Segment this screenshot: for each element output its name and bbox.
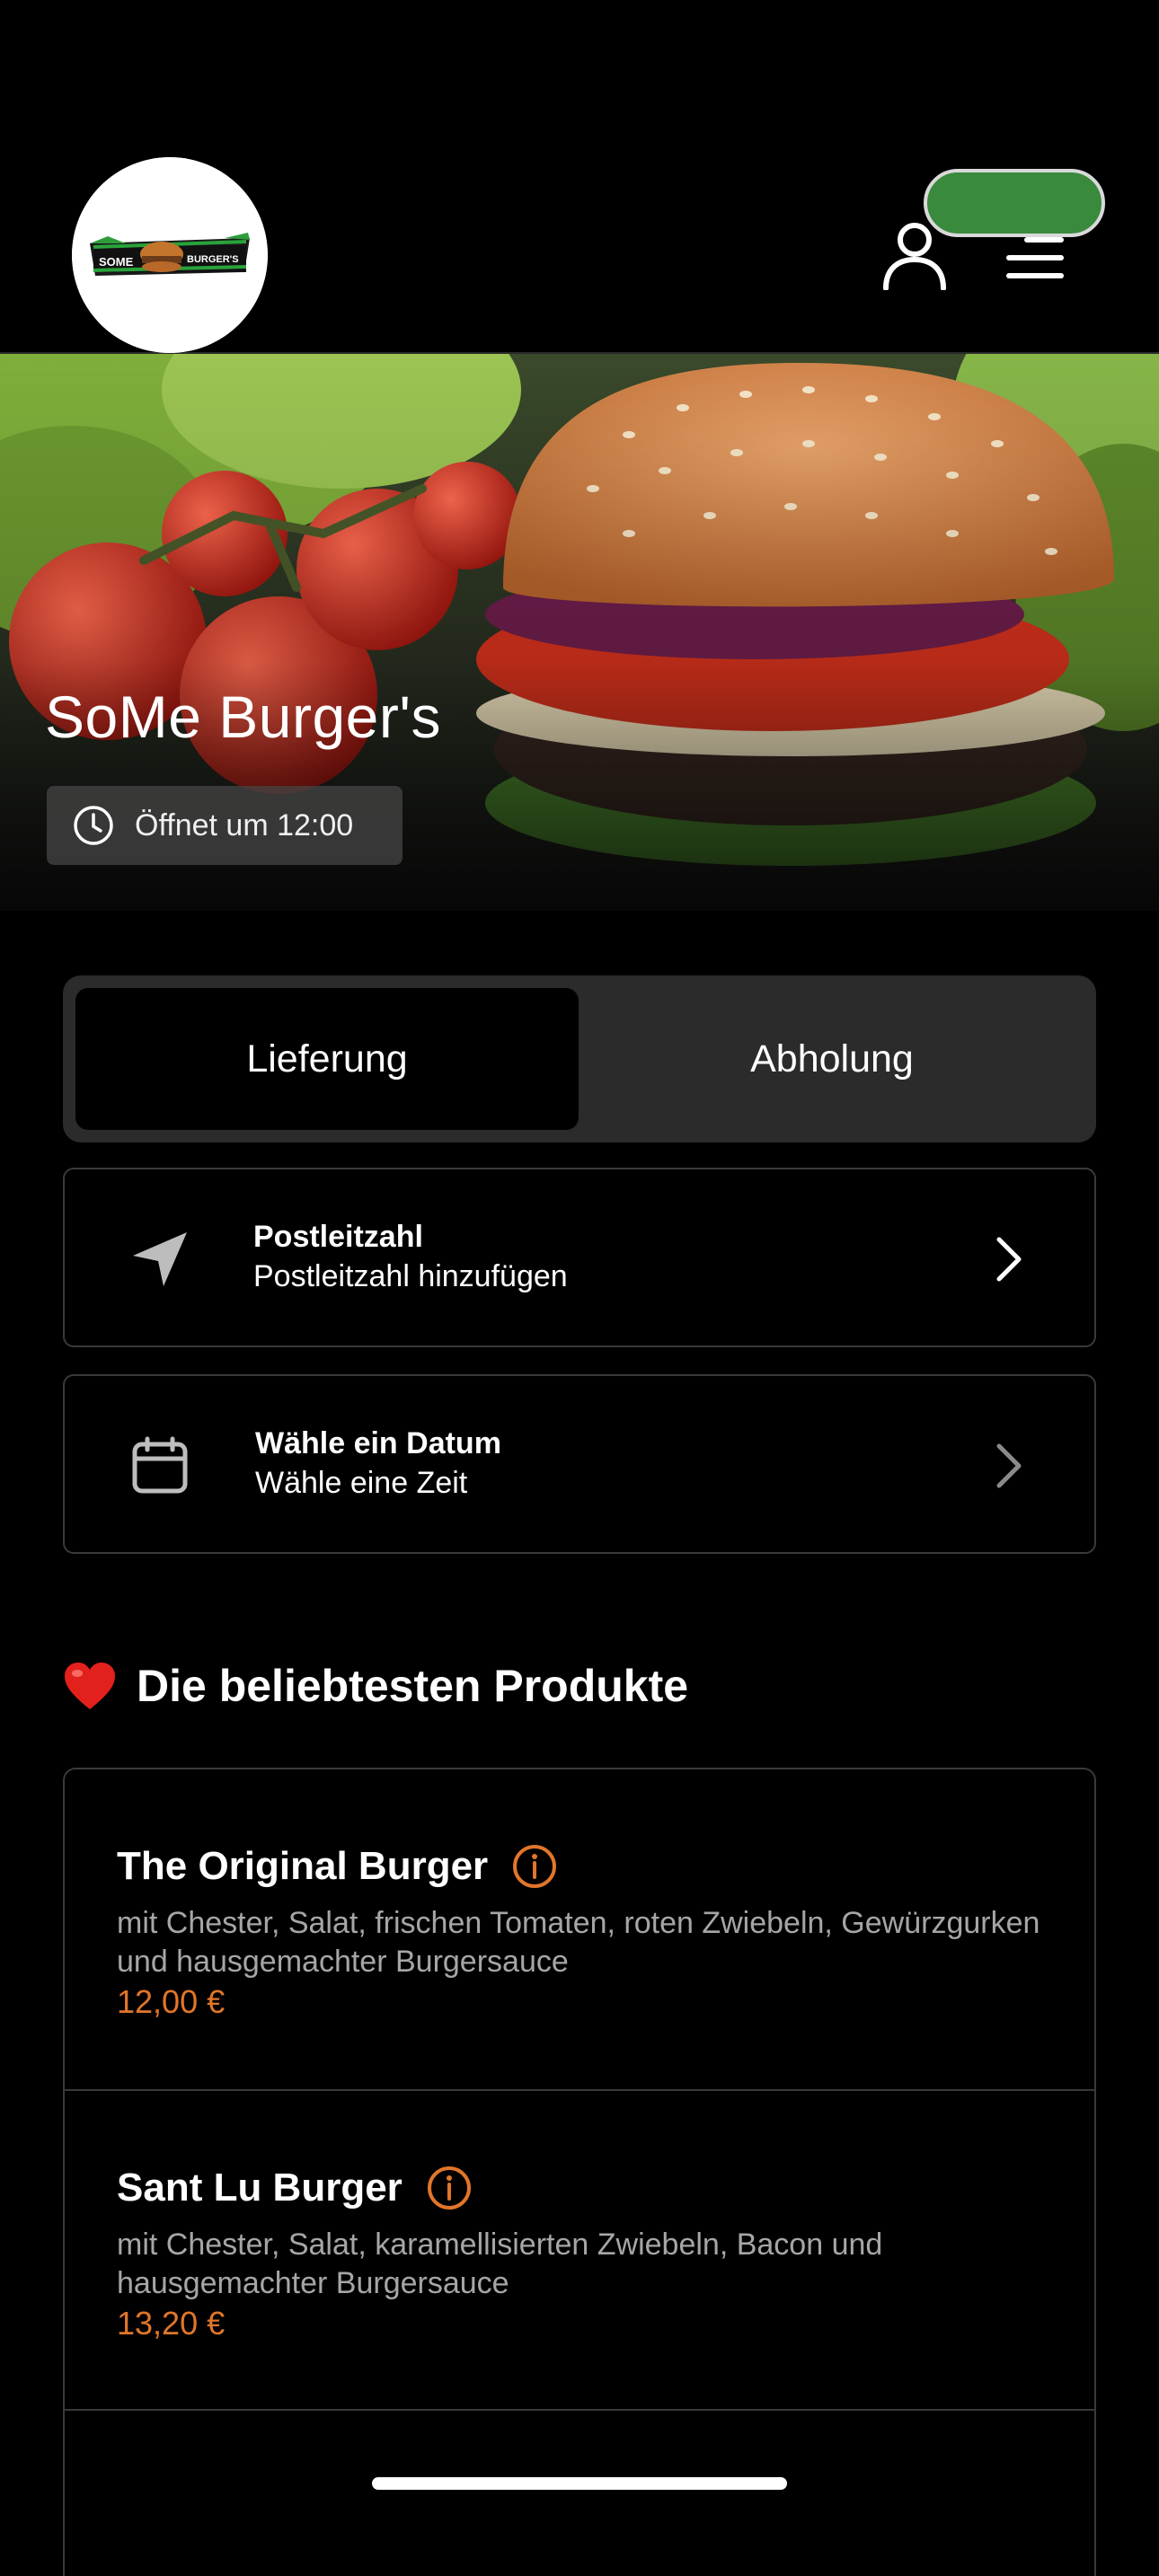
info-icon[interactable] (426, 2165, 473, 2211)
logo-text-left: SOME (99, 255, 134, 269)
product-name-row: The Original Burger (117, 1843, 558, 1890)
chevron-right-icon (996, 1443, 1022, 1488)
product-name: The Original Burger (117, 1844, 489, 1888)
restaurant-name: SoMe Burger's (45, 684, 441, 750)
calendar-icon (132, 1436, 188, 1494)
restaurant-logo[interactable]: SOME BURGER'S (72, 157, 268, 353)
postcode-value: Postleitzahl hinzufügen (253, 1259, 568, 1293)
tab-pickup[interactable]: Abholung (580, 988, 1084, 1130)
product-card[interactable]: Sant Lu Burger mit Chester, Salat, karam… (65, 2089, 1094, 2409)
chevron-right-icon (996, 1237, 1022, 1282)
product-list: The Original Burger mit Chester, Salat, … (63, 1768, 1096, 2576)
postcode-label: Postleitzahl (253, 1220, 423, 1254)
opening-status-badge: Öffnet um 12:00 (47, 786, 403, 865)
home-indicator[interactable] (372, 2477, 787, 2490)
product-name-row: Sant Lu Burger (117, 2165, 473, 2211)
location-arrow-icon (133, 1232, 187, 1286)
date-label: Wähle ein Datum (255, 1426, 501, 1460)
popular-products-heading: Die beliebtesten Produkte (63, 1660, 688, 1712)
order-mode-toggle: Lieferung Abholung (63, 975, 1096, 1142)
product-card[interactable] (65, 2409, 1094, 2571)
section-title-text: Die beliebtesten Produkte (137, 1661, 689, 1711)
status-pill[interactable] (924, 169, 1105, 237)
date-time-row[interactable]: Wähle ein Datum Wähle eine Zeit (63, 1374, 1096, 1554)
user-icon[interactable] (880, 220, 949, 291)
postcode-row[interactable]: Postleitzahl Postleitzahl hinzufügen (63, 1168, 1096, 1347)
clock-icon (74, 806, 113, 845)
product-description: mit Chester, Salat, karamellisierten Zwi… (117, 2228, 883, 2300)
product-price: 12,00 € (117, 1983, 226, 2020)
product-name: Sant Lu Burger (117, 2166, 403, 2210)
heart-icon (65, 1663, 115, 1709)
time-value: Wähle eine Zeit (255, 1466, 468, 1500)
hamburger-menu-icon[interactable] (1004, 235, 1066, 280)
app-header: SOME BURGER'S (0, 0, 1159, 354)
opening-status-text: Öffnet um 12:00 (135, 807, 354, 842)
logo-text-right: BURGER'S (187, 254, 239, 265)
product-description: mit Chester, Salat, frischen Tomaten, ro… (117, 1906, 1040, 1979)
info-icon[interactable] (511, 1843, 558, 1890)
tab-delivery[interactable]: Lieferung (75, 988, 579, 1130)
product-price: 13,20 € (117, 2305, 226, 2342)
product-card[interactable]: The Original Burger mit Chester, Salat, … (65, 1769, 1094, 2089)
